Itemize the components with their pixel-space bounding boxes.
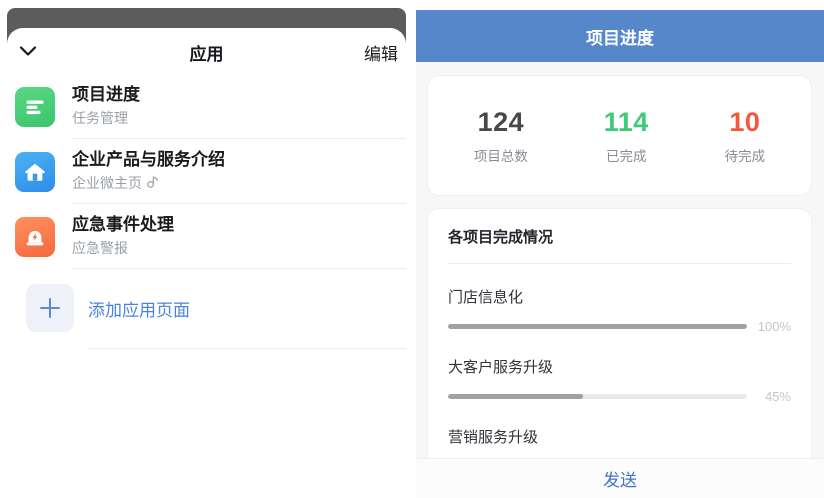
app-list: 项目进度 任务管理 企业产品与服务介绍 <box>7 74 406 269</box>
progress-name: 门店信息化 <box>448 286 791 307</box>
progress-bar-row: 100% <box>448 319 791 334</box>
task-list-icon <box>15 87 55 127</box>
app-item-body: 项目进度 任务管理 <box>72 74 406 139</box>
stat-label: 项目总数 <box>474 145 528 165</box>
app-item-body: 应急事件处理 应急警报 <box>72 204 406 269</box>
stat-pending: 10 待完成 <box>725 107 766 165</box>
stat-label: 待完成 <box>725 145 766 165</box>
sheet-title: 应用 <box>7 40 406 65</box>
progress-name: 大客户服务升级 <box>448 356 791 377</box>
app-list-item-project-progress[interactable]: 项目进度 任务管理 <box>15 74 406 139</box>
add-app-page-label: 添加应用页面 <box>88 296 190 321</box>
project-completion-card: 各项目完成情况 门店信息化 100% 大客户服务升级 <box>427 208 812 458</box>
divider <box>88 337 406 349</box>
progress-item-marketing-upgrade: 营销服务升级 50% <box>448 426 791 458</box>
stat-completed: 114 已完成 <box>604 107 649 165</box>
home-icon <box>15 152 55 192</box>
sheet-header: 应用 编辑 <box>7 28 406 74</box>
app-list-item-emergency[interactable]: 应急事件处理 应急警报 <box>15 204 406 269</box>
app-manager-sheet-panel: 应用 编辑 项目进度 任务管理 <box>0 0 406 498</box>
preview-title: 项目进度 <box>586 24 654 49</box>
add-app-page-button[interactable]: 添加应用页面 <box>7 279 406 337</box>
progress-item-key-account-upgrade: 大客户服务升级 45% <box>448 356 791 404</box>
progress-name: 营销服务升级 <box>448 426 791 447</box>
divider <box>448 263 791 264</box>
progress-track <box>448 394 747 399</box>
project-progress-preview-panel: 项目进度 124 项目总数 114 已完成 10 待完成 各项目完成情况 <box>416 0 824 498</box>
plus-icon <box>26 284 74 332</box>
progress-fill <box>448 394 583 399</box>
siren-icon <box>15 217 55 257</box>
preview-body[interactable]: 124 项目总数 114 已完成 10 待完成 各项目完成情况 门店信息化 <box>416 62 824 458</box>
app-item-title: 企业产品与服务介绍 <box>72 149 406 171</box>
app-item-subtitle: 企业微主页 <box>72 174 406 194</box>
app-list-item-company-intro[interactable]: 企业产品与服务介绍 企业微主页 <box>15 139 406 204</box>
progress-percent: 100% <box>747 319 791 334</box>
send-button[interactable]: 发送 <box>603 466 637 491</box>
preview-header: 项目进度 <box>416 10 824 62</box>
progress-fill <box>448 324 747 329</box>
stats-summary-card: 124 项目总数 114 已完成 10 待完成 <box>427 75 812 196</box>
app-item-title: 应急事件处理 <box>72 214 406 236</box>
app-item-subtitle: 应急警报 <box>72 239 406 258</box>
preview-footer: 发送 <box>416 458 824 498</box>
progress-percent: 45% <box>747 389 791 404</box>
stat-total-projects: 124 项目总数 <box>474 107 528 165</box>
completion-card-title: 各项目完成情况 <box>448 226 791 247</box>
stat-value: 10 <box>725 107 766 138</box>
stat-value: 114 <box>604 107 649 138</box>
app-item-title: 项目进度 <box>72 84 406 106</box>
edit-button[interactable]: 编辑 <box>364 40 398 65</box>
progress-track <box>448 324 747 329</box>
progress-bar-row: 45% <box>448 389 791 404</box>
stat-value: 124 <box>474 107 528 138</box>
app-item-subtitle: 任务管理 <box>72 109 406 128</box>
app-item-body: 企业产品与服务介绍 企业微主页 <box>72 139 406 204</box>
app-root: 应用 编辑 项目进度 任务管理 <box>0 0 824 498</box>
bottom-sheet: 应用 编辑 项目进度 任务管理 <box>7 28 406 498</box>
progress-item-store-informatization: 门店信息化 100% <box>448 286 791 334</box>
stat-label: 已完成 <box>604 145 649 165</box>
link-note-icon <box>144 174 159 194</box>
